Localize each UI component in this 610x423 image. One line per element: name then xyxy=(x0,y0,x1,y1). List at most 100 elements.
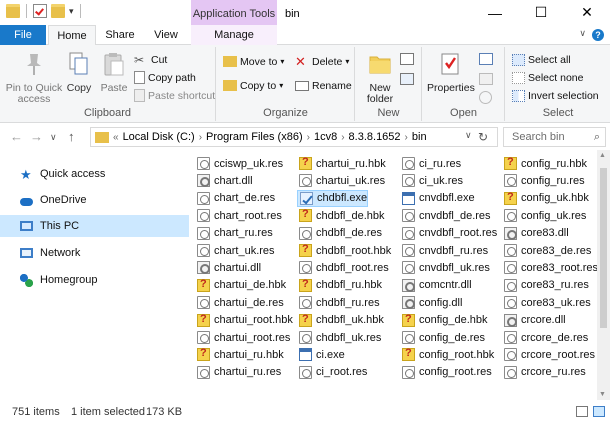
properties-icon[interactable] xyxy=(33,4,47,18)
file-item[interactable]: comcntr.dll xyxy=(400,277,472,294)
tab-manage[interactable]: Manage xyxy=(191,25,277,45)
vertical-scrollbar[interactable]: ▲ ▼ xyxy=(597,150,610,400)
file-item[interactable]: chartui_ru.res xyxy=(195,364,281,381)
file-item[interactable]: chart_de.res xyxy=(195,190,275,207)
move-to-button[interactable]: Move to ▾ xyxy=(223,53,284,70)
pin-quick-access-button[interactable]: Pin to Quick access xyxy=(4,51,64,105)
file-item[interactable]: chart.dll xyxy=(195,172,253,189)
delete-button[interactable]: ✕ Delete ▾ xyxy=(295,53,349,70)
folder-icon[interactable] xyxy=(6,4,20,18)
copy-path-button[interactable]: Copy path xyxy=(134,69,196,86)
breadcrumb-item[interactable]: 8.3.8.1652 xyxy=(349,131,401,143)
large-icons-view-icon[interactable] xyxy=(593,406,605,417)
file-item[interactable]: chartui_root.res xyxy=(195,329,290,346)
file-item[interactable]: config_root.res xyxy=(400,364,492,381)
paste-button[interactable]: Paste xyxy=(98,51,130,94)
file-item[interactable]: ci_uk.res xyxy=(400,172,463,189)
scroll-up-icon[interactable]: ▲ xyxy=(599,152,606,159)
file-item[interactable]: core83_root.res xyxy=(502,259,597,276)
file-item[interactable]: chdbfl.exe xyxy=(297,189,369,207)
cut-button[interactable]: ✂ Cut xyxy=(134,51,167,68)
file-item[interactable]: chart_uk.res xyxy=(195,242,275,259)
file-item[interactable]: chdbfl_de.res xyxy=(297,225,382,242)
file-item[interactable]: cnvdbfl_uk.res xyxy=(400,259,490,276)
tab-file[interactable]: File xyxy=(0,25,46,45)
file-item[interactable]: crcore_root.res xyxy=(502,346,595,363)
copy-to-button[interactable]: Copy to ▾ xyxy=(223,77,283,94)
history-icon[interactable] xyxy=(479,91,492,104)
file-item[interactable]: core83.dll xyxy=(502,225,569,242)
nav-item-network[interactable]: Network xyxy=(0,242,189,264)
file-item[interactable]: crcore.dll xyxy=(502,312,566,329)
file-item[interactable]: core83_uk.res xyxy=(502,294,591,311)
collapse-ribbon-icon[interactable]: ∨ xyxy=(579,28,586,39)
scrollbar-thumb[interactable] xyxy=(600,168,607,328)
rename-button[interactable]: Rename xyxy=(295,77,352,94)
copy-button[interactable]: Copy xyxy=(64,51,94,94)
nav-item-quick-access[interactable]: ★ Quick access xyxy=(0,163,189,185)
file-item[interactable]: crcore_de.res xyxy=(502,329,588,346)
recent-locations-icon[interactable]: ∨ xyxy=(50,132,57,143)
chevron-right-icon[interactable]: › xyxy=(307,132,310,143)
file-item[interactable]: chartui_ru.hbk xyxy=(195,346,284,363)
file-item[interactable]: cnvdbfl.exe xyxy=(400,190,475,207)
maximize-button[interactable]: ☐ xyxy=(518,0,564,25)
chevron-right-icon[interactable]: › xyxy=(405,132,408,143)
scroll-down-icon[interactable]: ▼ xyxy=(599,391,606,398)
file-item[interactable]: config_ru.res xyxy=(502,172,585,189)
file-item[interactable]: ci_ru.res xyxy=(400,155,461,172)
file-item[interactable]: core83_de.res xyxy=(502,242,591,259)
file-item[interactable]: ci.exe xyxy=(297,346,345,363)
open-icon[interactable] xyxy=(479,53,493,65)
breadcrumb-item[interactable]: Local Disk (C:) xyxy=(123,131,195,143)
nav-item-this-pc[interactable]: This PC xyxy=(0,215,189,237)
minimize-button[interactable]: — xyxy=(472,0,518,25)
new-item-icon[interactable] xyxy=(400,53,414,65)
forward-arrow-icon[interactable]: → xyxy=(30,129,43,144)
file-item[interactable]: config_root.hbk xyxy=(400,346,494,363)
file-item[interactable]: chartui_uk.res xyxy=(297,172,385,189)
file-item[interactable]: chdbfl_de.hbk xyxy=(297,207,385,224)
file-item[interactable]: chdbfl_ru.res xyxy=(297,294,380,311)
file-item[interactable]: chdbfl_root.res xyxy=(297,259,389,276)
file-item[interactable]: chartui_de.hbk xyxy=(195,277,286,294)
help-icon[interactable]: ? xyxy=(592,29,604,41)
up-arrow-icon[interactable]: ↑ xyxy=(68,129,75,144)
chevron-right-icon[interactable]: › xyxy=(199,132,202,143)
file-item[interactable]: chdbfl_uk.res xyxy=(297,329,381,346)
file-item[interactable]: cnvdbfl_root.res xyxy=(400,225,497,242)
refresh-icon[interactable]: ↻ xyxy=(478,130,488,144)
file-item[interactable]: chdbfl_ru.hbk xyxy=(297,277,382,294)
breadcrumb-item[interactable]: bin xyxy=(412,131,427,143)
file-item[interactable]: config_uk.hbk xyxy=(502,190,589,207)
search-input[interactable]: Search bin ⌕ xyxy=(503,127,606,147)
overflow-chevron-icon[interactable]: « xyxy=(113,132,119,143)
edit-icon[interactable] xyxy=(479,73,493,85)
file-item[interactable]: chart_ru.res xyxy=(195,225,273,242)
address-dropdown-icon[interactable]: ∨ xyxy=(465,130,472,141)
easy-access-icon[interactable] xyxy=(400,73,414,85)
breadcrumb-item[interactable]: 1cv8 xyxy=(314,131,337,143)
file-item[interactable]: config.dll xyxy=(400,294,462,311)
nav-item-homegroup[interactable]: Homegroup xyxy=(0,269,189,291)
file-item[interactable]: chdbfl_uk.hbk xyxy=(297,312,384,329)
tab-share[interactable]: Share xyxy=(98,25,142,45)
invert-selection-button[interactable]: Invert selection xyxy=(512,87,599,104)
file-item[interactable]: config_de.res xyxy=(400,329,485,346)
tab-home[interactable]: Home xyxy=(48,25,96,46)
breadcrumb-item[interactable]: Program Files (x86) xyxy=(206,131,303,143)
file-item[interactable]: chart_root.res xyxy=(195,207,282,224)
file-item[interactable]: crcore_ru.res xyxy=(502,364,586,381)
details-view-icon[interactable] xyxy=(576,406,588,417)
nav-item-onedrive[interactable]: OneDrive xyxy=(0,189,189,211)
tab-view[interactable]: View xyxy=(144,25,188,45)
file-item[interactable]: cciswp_uk.res xyxy=(195,155,283,172)
file-item[interactable]: chdbfl_root.hbk xyxy=(297,242,391,259)
file-item[interactable]: config_de.hbk xyxy=(400,312,488,329)
file-item[interactable]: config_uk.res xyxy=(502,207,586,224)
file-item[interactable]: chartui_root.hbk xyxy=(195,312,293,329)
select-none-button[interactable]: Select none xyxy=(512,69,583,86)
customize-qat-icon[interactable]: ▾ xyxy=(69,6,74,17)
properties-button[interactable]: Properties xyxy=(427,51,475,94)
file-item[interactable]: chartui_ru.hbk xyxy=(297,155,386,172)
